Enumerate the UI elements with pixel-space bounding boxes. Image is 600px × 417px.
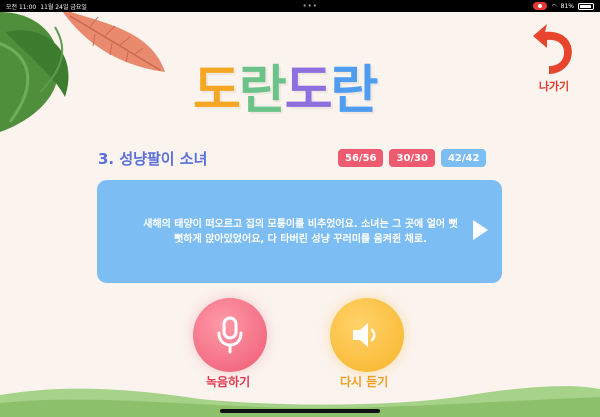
status-bar: 오전 11:00 11월 24일 금요일 ••• ◠ 81% — [0, 0, 600, 12]
status-time: 오전 11:00 — [6, 3, 37, 11]
replay-button[interactable] — [330, 298, 404, 372]
progress-badge: 56/56 — [338, 149, 384, 167]
status-date: 11월 24일 금요일 — [40, 3, 87, 11]
microphone-icon — [217, 316, 243, 354]
title-char-1: 도 — [193, 60, 241, 121]
sentence-text: 새해의 태양이 떠오르고 집의 모퉁이를 비추었어요. 소녀는 그 곳에 얼어 … — [143, 218, 458, 245]
title-char-2: 란 — [238, 60, 287, 121]
progress-badges: 56/56 30/30 42/42 — [338, 149, 487, 167]
back-button-label: 나가기 — [538, 80, 570, 93]
leaves-decoration — [0, 12, 165, 132]
story-title: 3. 성냥팔이 소녀 — [98, 150, 208, 168]
title-char-3: 도 — [284, 60, 333, 121]
speaker-icon — [353, 323, 376, 347]
back-button[interactable]: 나가기 — [524, 24, 584, 104]
app-title: 도 란 도 란 — [193, 50, 379, 121]
sentence-card: 새해의 태양이 떠오르고 집의 모퉁이를 비추었어요. 소녀는 그 곳에 얼어 … — [97, 180, 502, 283]
title-char-4: 란 — [330, 60, 379, 121]
back-arrow-icon — [533, 24, 572, 74]
progress-badge: 42/42 — [440, 149, 487, 167]
next-arrow-icon[interactable] — [473, 220, 488, 240]
progress-badge: 30/30 — [389, 149, 435, 167]
wifi-icon: ◠ — [551, 2, 557, 10]
battery-percent: 81% — [560, 2, 574, 10]
screen-recording-icon — [533, 2, 548, 10]
battery-icon — [577, 2, 594, 10]
record-button[interactable] — [193, 298, 267, 372]
home-indicator[interactable] — [220, 409, 380, 413]
multitask-dots[interactable]: ••• — [302, 2, 317, 10]
